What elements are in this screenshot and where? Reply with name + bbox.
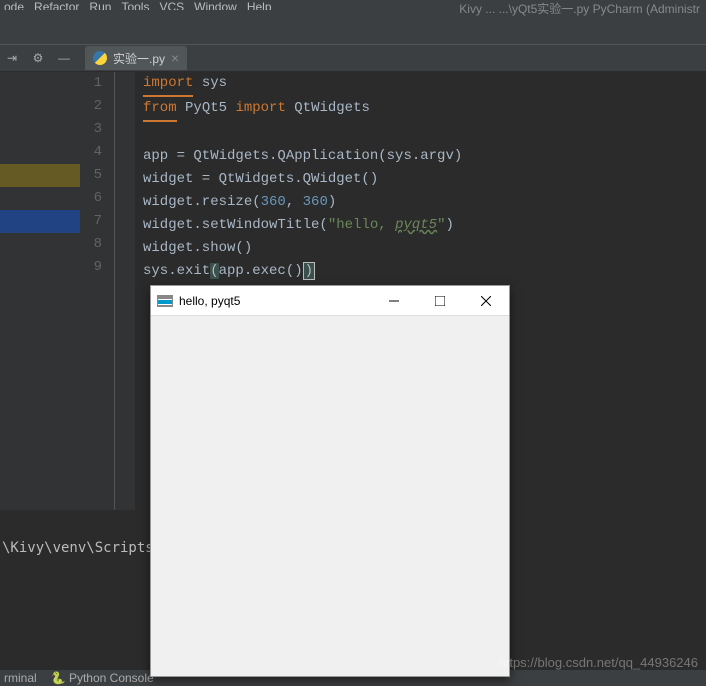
code-line: widget.show(): [135, 237, 706, 260]
close-tab-icon[interactable]: ×: [171, 50, 179, 66]
editor-tab-bar: 实验一.py ×: [85, 44, 187, 72]
gear-icon[interactable]: ⚙: [30, 50, 46, 66]
code-line: sys.exit(app.exec()): [135, 260, 706, 283]
line-number: 3: [80, 118, 102, 141]
code-line: app = QtWidgets.QApplication(sys.argv): [135, 145, 706, 168]
fold-gutter: [110, 72, 135, 510]
line-number: 1: [80, 72, 102, 95]
pyqt-app-window[interactable]: hello, pyqt5: [150, 285, 510, 677]
line-number: 5: [80, 164, 102, 187]
line-numbers-gutter: 1 2 3 4 5 6 7 8 9: [80, 72, 110, 510]
close-button[interactable]: [463, 286, 509, 316]
menu-refactor[interactable]: Refactor: [34, 0, 79, 10]
menu-run[interactable]: Run: [89, 0, 111, 10]
watermark-text: https://blog.csdn.net/qq_44936246: [499, 655, 699, 670]
line-number: 7: [80, 210, 102, 233]
left-margin: [0, 72, 80, 510]
code-line: from PyQt5 import QtWidgets: [135, 97, 706, 122]
pyqt-titlebar[interactable]: hello, pyqt5: [151, 286, 509, 316]
pyqt-window-icon: [157, 295, 173, 307]
code-line: import sys: [135, 72, 706, 97]
line-number: 6: [80, 187, 102, 210]
python-console-button[interactable]: 🐍 Python Console: [51, 671, 154, 685]
code-line: widget.resize(360, 360): [135, 191, 706, 214]
terminal-output[interactable]: \Kivy\venv\Scripts\: [2, 540, 162, 556]
menu-tools[interactable]: Tools: [121, 0, 149, 10]
maximize-button[interactable]: [417, 286, 463, 316]
code-line: widget = QtWidgets.QWidget(): [135, 168, 706, 191]
code-line: [135, 122, 706, 145]
line-number: 9: [80, 256, 102, 279]
line-number: 4: [80, 141, 102, 164]
line-number: 8: [80, 233, 102, 256]
terminal-tool-button[interactable]: rminal: [4, 671, 37, 685]
soft-wrap-icon[interactable]: ⇥: [4, 50, 20, 66]
tab-filename: 实验一.py: [113, 50, 165, 67]
menu-vcs[interactable]: VCS: [159, 0, 184, 10]
code-line: widget.setWindowTitle("hello, pyqt5"): [135, 214, 706, 237]
python-file-icon: [93, 51, 107, 65]
line-number: 2: [80, 95, 102, 118]
menu-window[interactable]: Window: [194, 0, 237, 10]
minimize-tool-icon[interactable]: —: [56, 50, 72, 66]
minimize-button[interactable]: [371, 286, 417, 316]
breadcrumb: Kivy ... ...\yQt5实验一.py PyCharm (Adminis…: [459, 0, 700, 17]
menu-help[interactable]: Help: [247, 0, 272, 10]
editor-tab[interactable]: 实验一.py ×: [85, 46, 187, 70]
menu-code[interactable]: ode: [4, 0, 24, 10]
pyqt-window-title: hello, pyqt5: [179, 294, 240, 308]
